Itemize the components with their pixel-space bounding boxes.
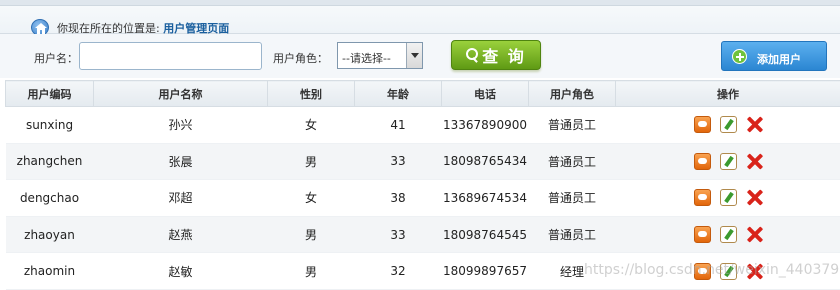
username-input[interactable] <box>79 42 262 70</box>
edit-icon[interactable] <box>720 226 737 243</box>
cell-phone: 18098764545 <box>442 216 529 253</box>
delete-icon[interactable] <box>746 226 763 243</box>
cell-user-name: 张晨 <box>94 143 268 180</box>
cell-phone: 13367890900 <box>442 107 529 144</box>
cell-phone: 18099897657 <box>442 253 529 290</box>
cell-user-name: 孙兴 <box>94 107 268 144</box>
cell-user-code: sunxing <box>6 107 94 144</box>
chevron-down-icon[interactable] <box>406 43 422 68</box>
header-actions: 操作 <box>616 81 840 107</box>
table-row: dengchao 邓超 女 38 13689674534 普通员工 <box>6 180 840 217</box>
location-bar: 你现在所在的位置是: 用户管理页面 <box>0 6 840 34</box>
table-row: sunxing 孙兴 女 41 13367890900 普通员工 <box>6 107 840 144</box>
delete-icon[interactable] <box>746 189 763 206</box>
cell-actions <box>616 143 840 180</box>
cell-age: 33 <box>355 216 442 253</box>
cell-gender: 男 <box>268 216 355 253</box>
cell-user-name: 赵敏 <box>94 253 268 290</box>
cell-gender: 男 <box>268 253 355 290</box>
cell-age: 38 <box>355 180 442 217</box>
cell-role: 普通员工 <box>529 107 616 144</box>
cell-role: 普通员工 <box>529 216 616 253</box>
header-age: 年龄 <box>355 81 442 107</box>
add-user-button[interactable]: 添加用户 <box>721 41 827 71</box>
cell-user-code: zhangchen <box>6 143 94 180</box>
cell-age: 33 <box>355 143 442 180</box>
table-row: zhangchen 张晨 男 33 18098765434 普通员工 <box>6 143 840 180</box>
header-user-name: 用户名称 <box>94 81 268 107</box>
query-button[interactable]: 查 询 <box>451 40 541 70</box>
cell-gender: 女 <box>268 180 355 217</box>
cell-user-name: 邓超 <box>94 180 268 217</box>
cell-gender: 女 <box>268 107 355 144</box>
delete-icon[interactable] <box>746 153 763 170</box>
header-user-code: 用户编码 <box>6 81 94 107</box>
cell-age: 41 <box>355 107 442 144</box>
cell-gender: 男 <box>268 143 355 180</box>
cell-role: 普通员工 <box>529 143 616 180</box>
edit-icon[interactable] <box>720 189 737 206</box>
view-icon[interactable] <box>694 226 711 243</box>
edit-icon[interactable] <box>720 153 737 170</box>
username-label: 用户名： <box>34 50 78 66</box>
add-user-label: 添加用户 <box>757 51 801 67</box>
delete-icon[interactable] <box>746 116 763 133</box>
view-icon[interactable] <box>694 189 711 206</box>
watermark: https://blog.csdn.net/weixin_44037905 <box>584 262 840 278</box>
cell-user-code: zhaoyan <box>6 216 94 253</box>
view-icon[interactable] <box>694 116 711 133</box>
table-row: zhaoyan 赵燕 男 33 18098764545 普通员工 <box>6 216 840 253</box>
cell-actions <box>616 180 840 217</box>
cell-user-code: zhaomin <box>6 253 94 290</box>
header-role: 用户角色 <box>529 81 616 107</box>
cell-role: 普通员工 <box>529 180 616 217</box>
cell-age: 32 <box>355 253 442 290</box>
role-select-value: --请选择-- <box>342 50 391 66</box>
role-select[interactable]: --请选择-- <box>337 42 423 69</box>
header-gender: 性别 <box>268 81 355 107</box>
cell-actions <box>616 107 840 144</box>
search-bar: 用户名： 用户角色： --请选择-- 查 询 添加用户 <box>0 34 840 78</box>
user-table: 用户编码 用户名称 性别 年龄 电话 用户角色 操作 sunxing 孙兴 女 … <box>5 80 840 290</box>
header-phone: 电话 <box>442 81 529 107</box>
cell-user-code: dengchao <box>6 180 94 217</box>
role-label: 用户角色： <box>273 50 328 66</box>
cell-phone: 18098765434 <box>442 143 529 180</box>
plus-icon <box>732 49 747 64</box>
view-icon[interactable] <box>694 153 711 170</box>
edit-icon[interactable] <box>720 116 737 133</box>
cell-actions <box>616 216 840 253</box>
search-icon <box>466 48 478 62</box>
query-button-label: 查 询 <box>482 43 526 67</box>
cell-phone: 13689674534 <box>442 180 529 217</box>
table-header-row: 用户编码 用户名称 性别 年龄 电话 用户角色 操作 <box>6 81 840 107</box>
cell-user-name: 赵燕 <box>94 216 268 253</box>
